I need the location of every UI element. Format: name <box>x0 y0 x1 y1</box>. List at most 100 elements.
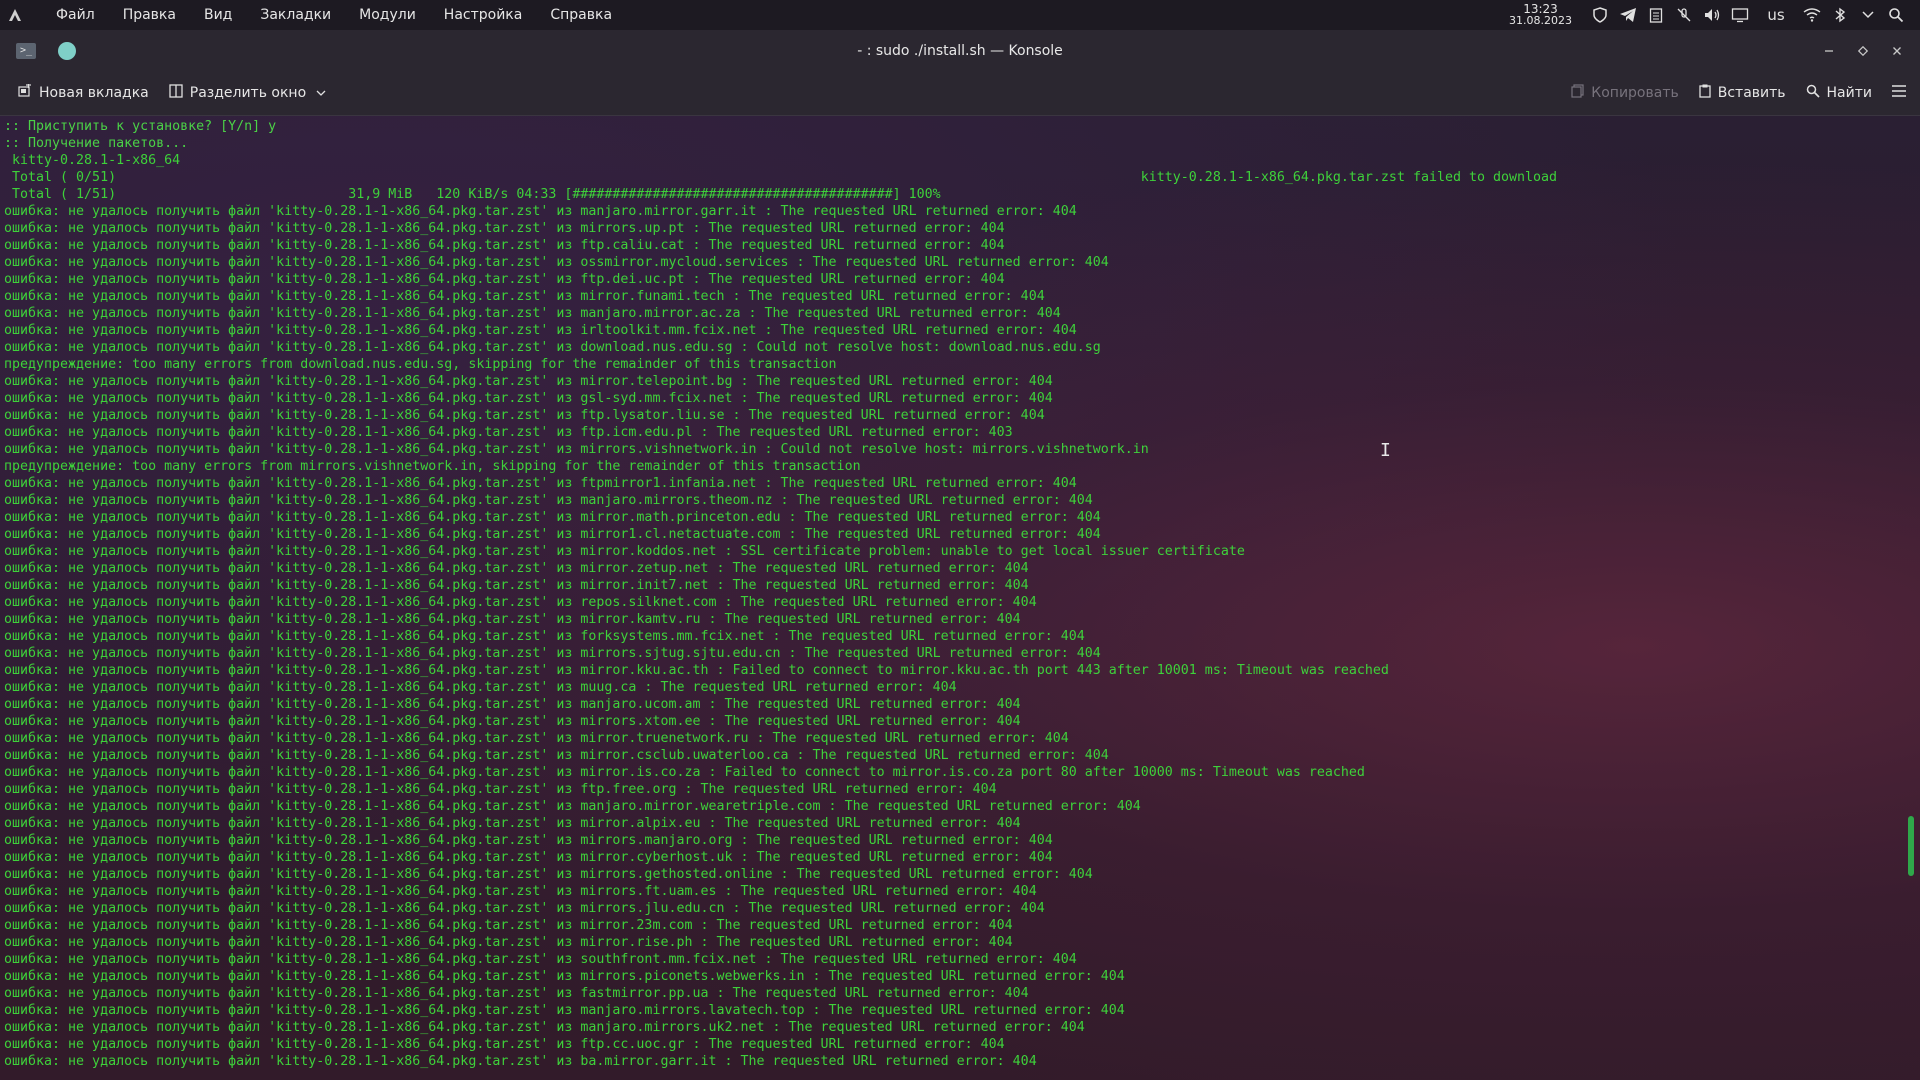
wifi-icon[interactable] <box>1798 0 1826 30</box>
keyboard-layout-indicator[interactable]: us <box>1754 0 1798 30</box>
terminal-line: ошибка: не удалось получить файл 'kitty-… <box>4 680 957 695</box>
terminal-line: ошибка: не удалось получить файл 'kitty-… <box>4 408 1045 423</box>
menu-settings[interactable]: Настройка <box>430 0 537 30</box>
menu-file[interactable]: Файл <box>42 0 109 30</box>
terminal-line: ошибка: не удалось получить файл 'kitty-… <box>4 1037 1005 1052</box>
clipboard-icon[interactable] <box>1642 0 1670 30</box>
terminal-line: ошибка: не удалось получить файл 'kitty-… <box>4 493 1093 508</box>
terminal-line: ошибка: не удалось получить файл 'kitty-… <box>4 561 1029 576</box>
terminal-line: ошибка: не удалось получить файл 'kitty-… <box>4 612 1021 627</box>
menu-view[interactable]: Вид <box>190 0 246 30</box>
app-launcher-icon[interactable] <box>0 0 30 30</box>
paste-label: Вставить <box>1717 85 1786 101</box>
terminal-line: ошибка: не удалось получить файл 'kitty-… <box>4 255 1109 270</box>
window-controls <box>1806 40 1908 62</box>
search-icon[interactable] <box>1882 0 1910 30</box>
terminal-line: ошибка: не удалось получить файл 'kitty-… <box>4 510 1101 525</box>
terminal-line: ошибка: не удалось получить файл 'kitty-… <box>4 323 1077 338</box>
terminal-line: ошибка: не удалось получить файл 'kitty-… <box>4 272 1005 287</box>
terminal-line: ошибка: не удалось получить файл 'kitty-… <box>4 340 1101 355</box>
terminal-line: ошибка: не удалось получить файл 'kitty-… <box>4 527 1101 542</box>
menu-plugins[interactable]: Модули <box>345 0 430 30</box>
menu-bar: Файл Правка Вид Закладки Модули Настройк… <box>42 0 626 30</box>
system-tray: 13:23 31.08.2023 us <box>1509 0 1920 30</box>
copy-label: Копировать <box>1591 85 1679 101</box>
terminal-scrollbar[interactable] <box>1908 816 1914 876</box>
window-titlebar[interactable]: >_ - : sudo ./install.sh — Konsole <box>0 30 1920 71</box>
window-title: - : sudo ./install.sh — Konsole <box>857 42 1063 59</box>
split-view-icon <box>169 84 183 102</box>
terminal-line: ошибка: не удалось получить файл 'kitty-… <box>4 391 1053 406</box>
find-label: Найти <box>1826 85 1872 101</box>
toolbar-right-group: Копировать Вставить Найти <box>1561 71 1920 115</box>
terminal-line: ошибка: не удалось получить файл 'kitty-… <box>4 799 1141 814</box>
terminal-line: ошибка: не удалось получить файл 'kitty-… <box>4 1003 1125 1018</box>
terminal-line: ошибка: не удалось получить файл 'kitty-… <box>4 969 1125 984</box>
paste-button[interactable]: Вставить <box>1689 71 1796 115</box>
hamburger-menu-icon <box>1892 85 1906 101</box>
terminal-line: ошибка: не удалось получить файл 'kitty-… <box>4 1020 1085 1035</box>
mic-muted-icon[interactable] <box>1670 0 1698 30</box>
volume-icon[interactable] <box>1698 0 1726 30</box>
menu-help[interactable]: Справка <box>536 0 626 30</box>
terminal-line: ошибка: не удалось получить файл 'kitty-… <box>4 289 1045 304</box>
terminal-output[interactable]: :: Приступить к установке? [Y/n] y:: Пол… <box>0 116 1920 1080</box>
maximize-button[interactable] <box>1852 40 1874 62</box>
pin-indicator-icon[interactable] <box>58 41 76 60</box>
terminal-line: ошибка: не удалось получить файл 'kitty-… <box>4 697 1021 712</box>
terminal-line: ошибка: не удалось получить файл 'kitty-… <box>4 986 1029 1001</box>
menu-edit[interactable]: Правка <box>109 0 190 30</box>
terminal-line: предупреждение: too many errors from dow… <box>4 357 837 372</box>
terminal-line: ошибка: не удалось получить файл 'kitty-… <box>4 663 1389 678</box>
terminal-line: ошибка: не удалось получить файл 'kitty-… <box>4 646 1101 661</box>
system-panel: Файл Правка Вид Закладки Модули Настройк… <box>0 0 1920 30</box>
terminal-line: ошибка: не удалось получить файл 'kitty-… <box>4 952 1077 967</box>
shield-icon[interactable] <box>1586 0 1614 30</box>
hamburger-menu-button[interactable] <box>1882 71 1916 115</box>
terminal-line: ошибка: не удалось получить файл 'kitty-… <box>4 221 1005 236</box>
terminal-line: ошибка: не удалось получить файл 'kitty-… <box>4 425 1013 440</box>
menu-bookmarks[interactable]: Закладки <box>246 0 345 30</box>
terminal-line: ошибка: не удалось получить файл 'kitty-… <box>4 374 1053 389</box>
search-icon <box>1806 84 1820 102</box>
clock-date: 31.08.2023 <box>1509 14 1572 27</box>
terminal-line: ошибка: не удалось получить файл 'kitty-… <box>4 714 1021 729</box>
copy-icon <box>1571 84 1584 102</box>
konsole-toolbar: Новая вкладка Разделить окно Копировать … <box>0 71 1920 116</box>
terminal-line: kitty-0.28.1-1-x86_64 <box>4 153 181 168</box>
copy-button[interactable]: Копировать <box>1561 71 1688 115</box>
telegram-icon[interactable] <box>1614 0 1642 30</box>
terminal-line: ошибка: не удалось получить файл 'kitty-… <box>4 204 1077 219</box>
terminal-line: ошибка: не удалось получить файл 'kitty-… <box>4 833 1053 848</box>
terminal-line: ошибка: не удалось получить файл 'kitty-… <box>4 901 1045 916</box>
terminal-line: ошибка: не удалось получить файл 'kitty-… <box>4 595 1037 610</box>
terminal-line: ошибка: не удалось получить файл 'kitty-… <box>4 748 1109 763</box>
new-tab-icon <box>18 83 32 102</box>
find-button[interactable]: Найти <box>1796 71 1882 115</box>
terminal-line: ошибка: не удалось получить файл 'kitty-… <box>4 935 1013 950</box>
display-icon[interactable] <box>1726 0 1754 30</box>
terminal-line: ошибка: не удалось получить файл 'kitty-… <box>4 306 1061 321</box>
minimize-button[interactable] <box>1818 40 1840 62</box>
terminal-line: ошибка: не удалось получить файл 'kitty-… <box>4 782 997 797</box>
close-button[interactable] <box>1886 40 1908 62</box>
terminal-line: :: Получение пакетов... <box>4 136 189 151</box>
terminal-lines: :: Приступить к установке? [Y/n] y:: Пол… <box>0 116 1920 1070</box>
terminal-line: предупреждение: too many errors from mir… <box>4 459 861 474</box>
terminal-line: ошибка: не удалось получить файл 'kitty-… <box>4 816 1021 831</box>
terminal-line: ошибка: не удалось получить файл 'kitty-… <box>4 765 1365 780</box>
terminal-line: ошибка: не удалось получить файл 'kitty-… <box>4 850 1053 865</box>
terminal-line: ошибка: не удалось получить файл 'kitty-… <box>4 442 1149 457</box>
clock[interactable]: 13:23 31.08.2023 <box>1509 3 1572 27</box>
bluetooth-icon[interactable] <box>1826 0 1854 30</box>
new-tab-button[interactable]: Новая вкладка <box>8 71 159 115</box>
split-view-button[interactable]: Разделить окно <box>159 71 336 115</box>
chevron-down-icon[interactable] <box>1854 0 1882 30</box>
terminal-line: ошибка: не удалось получить файл 'kitty-… <box>4 476 1077 491</box>
terminal-line: ошибка: не удалось получить файл 'kitty-… <box>4 629 1085 644</box>
terminal-line: Total ( 0/51) kitty-0.28.1-1-x86_64.pkg.… <box>4 170 1558 185</box>
new-tab-label: Новая вкладка <box>39 85 149 101</box>
text-cursor-icon: I <box>1380 440 1391 461</box>
terminal-line: ошибка: не удалось получить файл 'kitty-… <box>4 867 1093 882</box>
konsole-app-icon[interactable]: >_ <box>16 42 36 59</box>
